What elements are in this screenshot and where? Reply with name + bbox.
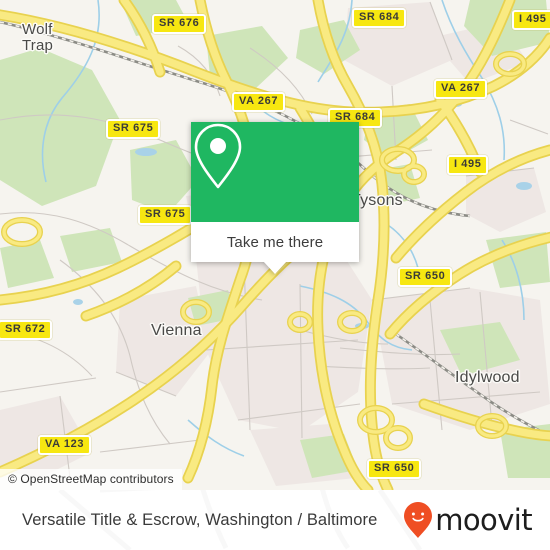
location-title: Versatile Title & Escrow, Washington / B…	[22, 510, 378, 529]
place-label-vienna: Vienna	[151, 322, 202, 339]
place-label-wolf-trap: Wolf Trap	[22, 22, 53, 54]
road-shield-i-495[interactable]: I 495	[512, 10, 550, 30]
popup-tail	[263, 261, 287, 274]
map-screenshot: Wolf Trap Tysons Vienna Idylwood SR 676 …	[0, 0, 550, 550]
popup-action-bar[interactable]: Take me there	[191, 222, 359, 262]
place-label-idylwood: Idylwood	[455, 369, 520, 386]
road-shield-va-267[interactable]: VA 267	[232, 92, 286, 112]
place-label-line2: Trap	[22, 37, 54, 54]
road-shield-sr-675-south[interactable]: SR 675	[138, 205, 193, 225]
location-popup-card[interactable]: Take me there	[191, 122, 359, 274]
place-label-line1: Wolf	[22, 21, 53, 38]
road-shield-va-123[interactable]: VA 123	[38, 435, 92, 455]
map-pin-icon	[194, 123, 242, 189]
take-me-there-label: Take me there	[226, 233, 324, 251]
moovit-smiley-pin-icon	[404, 502, 433, 538]
osm-attribution[interactable]: © OpenStreetMap contributors	[0, 469, 182, 490]
road-shield-sr-672[interactable]: SR 672	[0, 320, 53, 340]
popup-pin-wrap	[191, 122, 359, 222]
road-shield-sr-650-south[interactable]: SR 650	[367, 459, 422, 479]
footer-content: Versatile Title & Escrow, Washington / B…	[0, 490, 550, 550]
road-shield-sr-675[interactable]: SR 675	[106, 119, 161, 139]
road-shield-sr-650[interactable]: SR 650	[398, 267, 453, 287]
road-shield-sr-684[interactable]: SR 684	[352, 8, 407, 28]
road-shield-sr-676[interactable]: SR 676	[152, 14, 207, 34]
footer-bar: Versatile Title & Escrow, Washington / B…	[0, 490, 550, 550]
road-shield-va-267-east[interactable]: VA 267	[434, 79, 488, 99]
moovit-wordmark: moovit	[435, 502, 532, 537]
map-canvas[interactable]: Wolf Trap Tysons Vienna Idylwood SR 676 …	[0, 0, 550, 490]
road-shield-i-495-south[interactable]: I 495	[447, 155, 489, 175]
moovit-brand[interactable]: moovit	[403, 501, 533, 539]
